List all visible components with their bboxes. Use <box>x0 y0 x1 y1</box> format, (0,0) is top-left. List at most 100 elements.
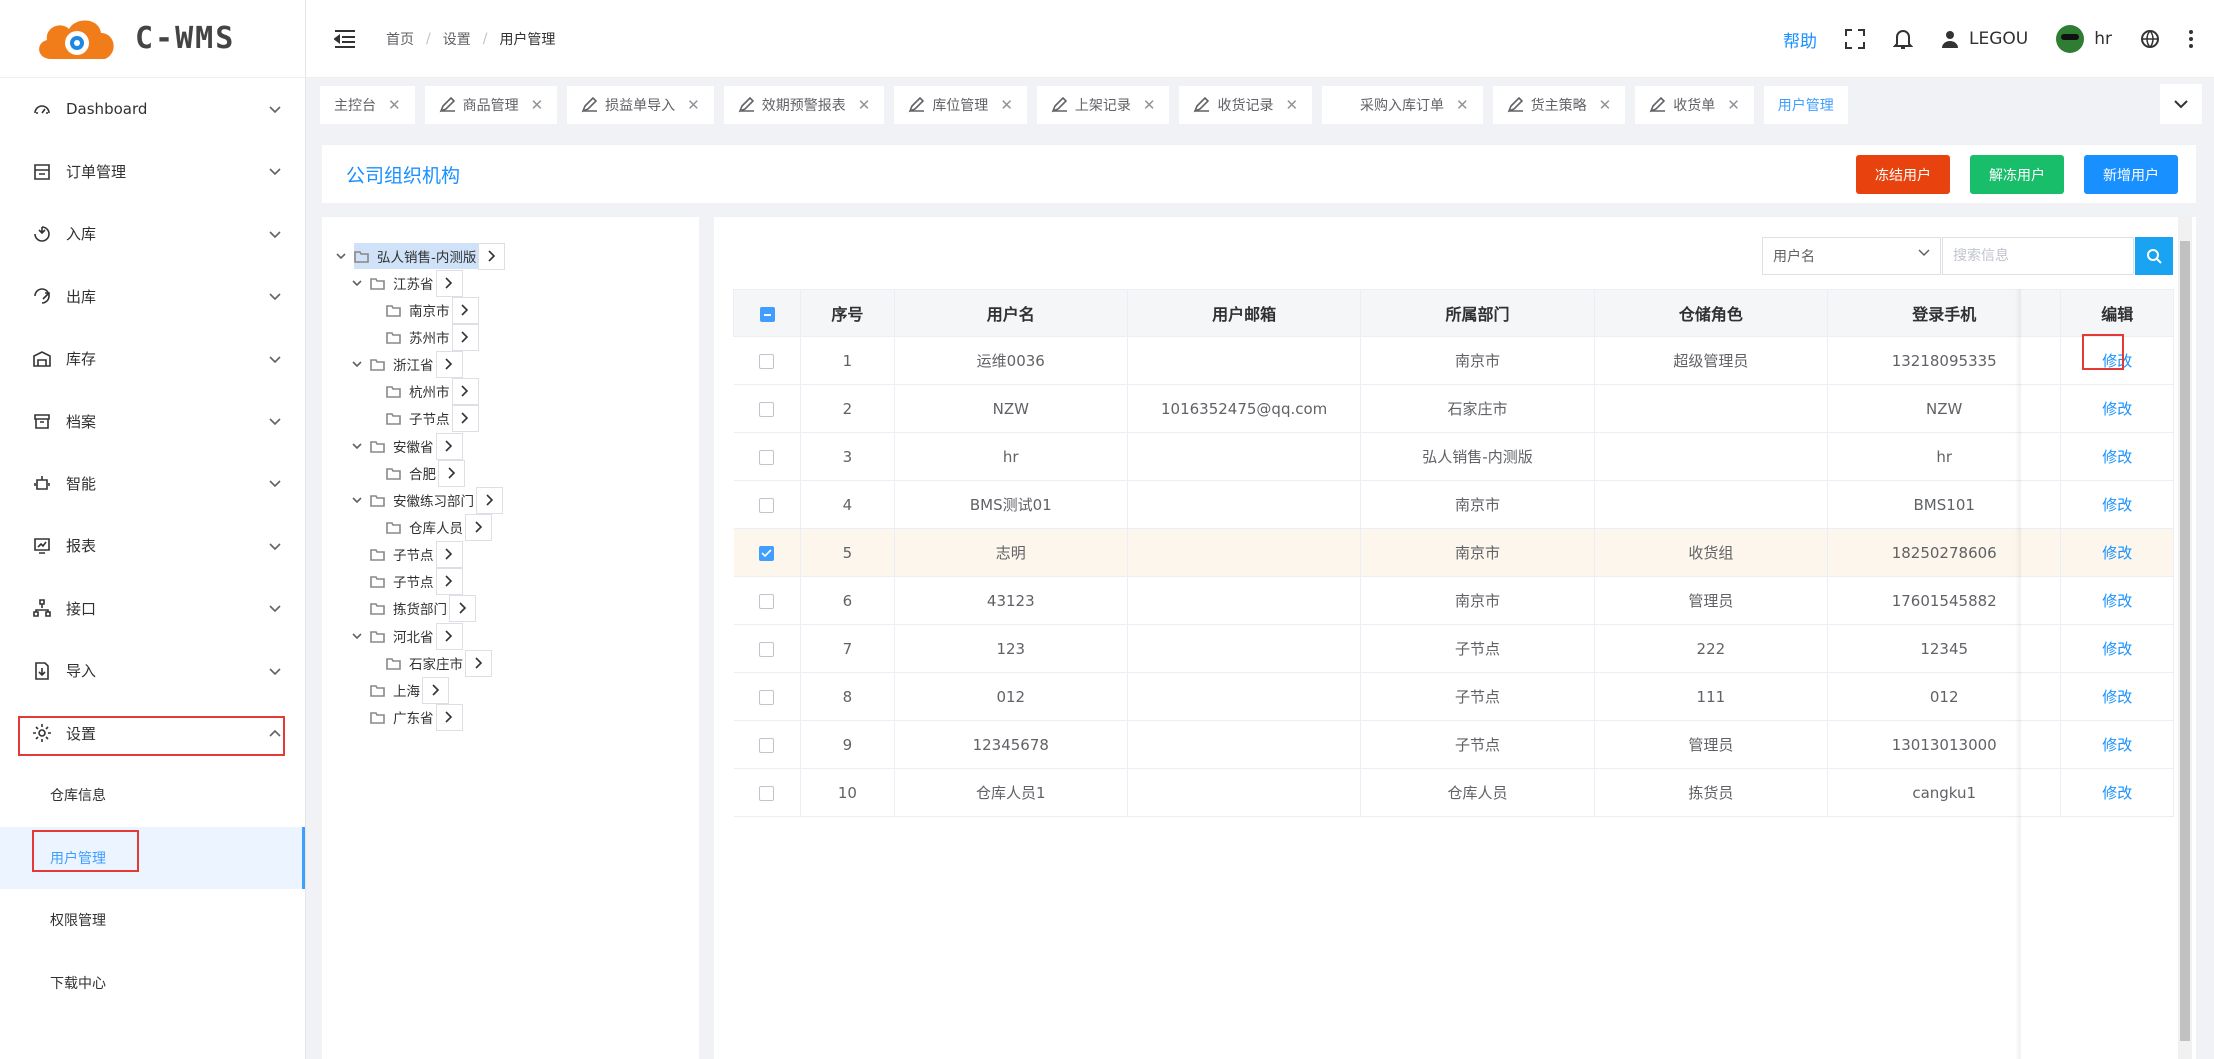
row-checkbox[interactable] <box>759 593 775 609</box>
tree-node[interactable]: 拣货部门 <box>370 594 476 622</box>
edit-user-link[interactable]: 修改 <box>2102 688 2132 706</box>
tree-node-arrow-button[interactable] <box>435 350 463 378</box>
sidebar-item-orders[interactable]: 订单管理 <box>0 140 305 202</box>
tree-node-arrow-button[interactable] <box>451 377 479 405</box>
close-tab-icon[interactable]: ✕ <box>1285 96 1298 114</box>
warehouse-selector[interactable]: LEGOU <box>1941 29 2028 49</box>
search-field-select[interactable]: 用户名 <box>1762 237 1941 275</box>
sidebar-item-smart[interactable]: 智能 <box>0 452 305 514</box>
row-checkbox[interactable] <box>759 737 775 753</box>
row-checkbox[interactable] <box>759 449 775 465</box>
tree-node-arrow-button[interactable] <box>451 296 479 324</box>
edit-user-link[interactable]: 修改 <box>2102 592 2132 610</box>
sidebar-item-reports[interactable]: 报表 <box>0 515 305 577</box>
breadcrumb-home[interactable]: 首页 <box>386 29 414 49</box>
sidebar-subitem-warehouse-info[interactable]: 仓库信息 <box>0 764 305 826</box>
tab-5[interactable]: 上架记录 ✕ <box>1036 86 1170 124</box>
breadcrumb-settings[interactable]: 设置 <box>443 29 471 49</box>
tree-node[interactable]: 子节点 <box>386 404 479 432</box>
row-checkbox[interactable] <box>759 689 775 705</box>
edit-user-link[interactable]: 修改 <box>2102 496 2132 514</box>
close-tab-icon[interactable]: ✕ <box>388 96 401 114</box>
tree-node[interactable]: 合肥 <box>386 459 465 487</box>
tree-node-arrow-button[interactable] <box>422 676 449 704</box>
sidebar-item-outbound[interactable]: 出库 <box>0 265 305 327</box>
tab-7[interactable]: 采购入库订单 ✕ <box>1322 86 1483 124</box>
close-tab-icon[interactable]: ✕ <box>531 96 544 114</box>
collapse-menu-icon[interactable] <box>334 29 356 49</box>
tree-node-arrow-button[interactable] <box>465 513 492 541</box>
row-select-cell[interactable] <box>733 768 802 817</box>
tab-0[interactable]: 主控台 ✕ <box>320 86 415 124</box>
tree-node[interactable]: 河北省 <box>352 622 463 650</box>
row-checkbox[interactable] <box>759 641 775 657</box>
tree-node-arrow-button[interactable] <box>435 540 463 568</box>
edit-user-link[interactable]: 修改 <box>2102 448 2132 466</box>
tree-node-arrow-button[interactable] <box>435 622 463 650</box>
tree-node-arrow-button[interactable] <box>435 567 463 595</box>
tree-node-arrow-button[interactable] <box>438 459 465 487</box>
unfreeze-user-button[interactable]: 解冻用户 <box>1970 155 2064 194</box>
tree-node[interactable]: 石家庄市 <box>386 649 492 677</box>
tree-expand-icon[interactable] <box>352 275 362 291</box>
tree-node[interactable]: 安徽练习部门 <box>352 486 503 514</box>
vertical-scrollbar[interactable] <box>2178 217 2192 1059</box>
tree-expand-icon[interactable] <box>352 628 362 644</box>
close-tab-icon[interactable]: ✕ <box>1456 96 1469 114</box>
tree-node[interactable]: 南京市 <box>386 296 479 324</box>
help-link[interactable]: 帮助 <box>1783 27 1817 52</box>
tree-expand-icon[interactable] <box>336 248 346 264</box>
row-select-cell[interactable] <box>733 624 802 673</box>
tab-2[interactable]: 损益单导入 ✕ <box>567 86 714 124</box>
tree-node-arrow-button[interactable] <box>478 242 506 270</box>
search-button[interactable] <box>2135 237 2173 275</box>
close-tab-icon[interactable]: ✕ <box>1143 96 1156 114</box>
fullscreen-icon[interactable] <box>1845 29 1866 49</box>
sidebar-item-api[interactable]: 接口 <box>0 577 305 639</box>
tree-node[interactable]: 仓库人员 <box>386 513 492 541</box>
tree-node[interactable]: 杭州市 <box>386 377 479 405</box>
row-select-cell[interactable] <box>733 720 802 769</box>
tab-9[interactable]: 收货单 ✕ <box>1635 86 1754 124</box>
tab-6[interactable]: 收货记录 ✕ <box>1179 86 1313 124</box>
edit-user-link[interactable]: 修改 <box>2102 400 2132 418</box>
tree-node-arrow-button[interactable] <box>476 486 503 514</box>
close-tab-icon[interactable]: ✕ <box>1599 96 1612 114</box>
tree-expand-icon[interactable] <box>352 492 362 508</box>
sidebar-item-stock[interactable]: 库存 <box>0 328 305 390</box>
add-user-button[interactable]: 新增用户 <box>2084 155 2178 194</box>
close-tab-icon[interactable]: ✕ <box>1000 96 1013 114</box>
row-checkbox[interactable] <box>759 353 775 369</box>
tree-node[interactable]: 苏州市 <box>386 323 479 351</box>
tabs-dropdown-button[interactable] <box>2160 84 2202 124</box>
tree-node-arrow-button[interactable] <box>465 649 492 677</box>
row-select-cell[interactable] <box>733 480 802 529</box>
tree-node[interactable]: 广东省 <box>370 703 463 731</box>
tab-3[interactable]: 效期预警报表 ✕ <box>723 86 885 124</box>
select-all-checkbox[interactable] <box>759 306 775 322</box>
tree-node-arrow-button[interactable] <box>435 703 463 731</box>
row-checkbox[interactable] <box>759 497 775 513</box>
sidebar-subitem-permission-management[interactable]: 权限管理 <box>0 889 305 951</box>
select-all-cell[interactable] <box>732 289 802 337</box>
tree-node[interactable]: 江苏省 <box>352 269 463 297</box>
tree-expand-icon[interactable] <box>352 438 362 454</box>
bell-icon[interactable] <box>1893 28 1914 50</box>
close-tab-icon[interactable]: ✕ <box>858 96 871 114</box>
sidebar-item-dashboard[interactable]: Dashboard <box>0 78 305 140</box>
tree-node-arrow-button[interactable] <box>451 404 479 432</box>
sidebar-item-archive[interactable]: 档案 <box>0 390 305 452</box>
freeze-user-button[interactable]: 冻结用户 <box>1856 155 1950 194</box>
tree-node-arrow-button[interactable] <box>451 323 479 351</box>
tab-8[interactable]: 货主策略 ✕ <box>1492 86 1626 124</box>
tree-node[interactable]: 子节点 <box>370 567 463 595</box>
close-tab-icon[interactable]: ✕ <box>1727 96 1740 114</box>
tree-node[interactable]: 安徽省 <box>352 432 463 460</box>
row-select-cell[interactable] <box>733 672 802 721</box>
more-vertical-icon[interactable] <box>2188 29 2194 49</box>
sidebar-subitem-download-center[interactable]: 下载中心 <box>0 951 305 1013</box>
scrollbar-thumb[interactable] <box>2180 241 2190 1041</box>
tree-node[interactable]: 浙江省 <box>352 350 463 378</box>
edit-user-link[interactable]: 修改 <box>2102 544 2132 562</box>
edit-user-link[interactable]: 修改 <box>2102 736 2132 754</box>
